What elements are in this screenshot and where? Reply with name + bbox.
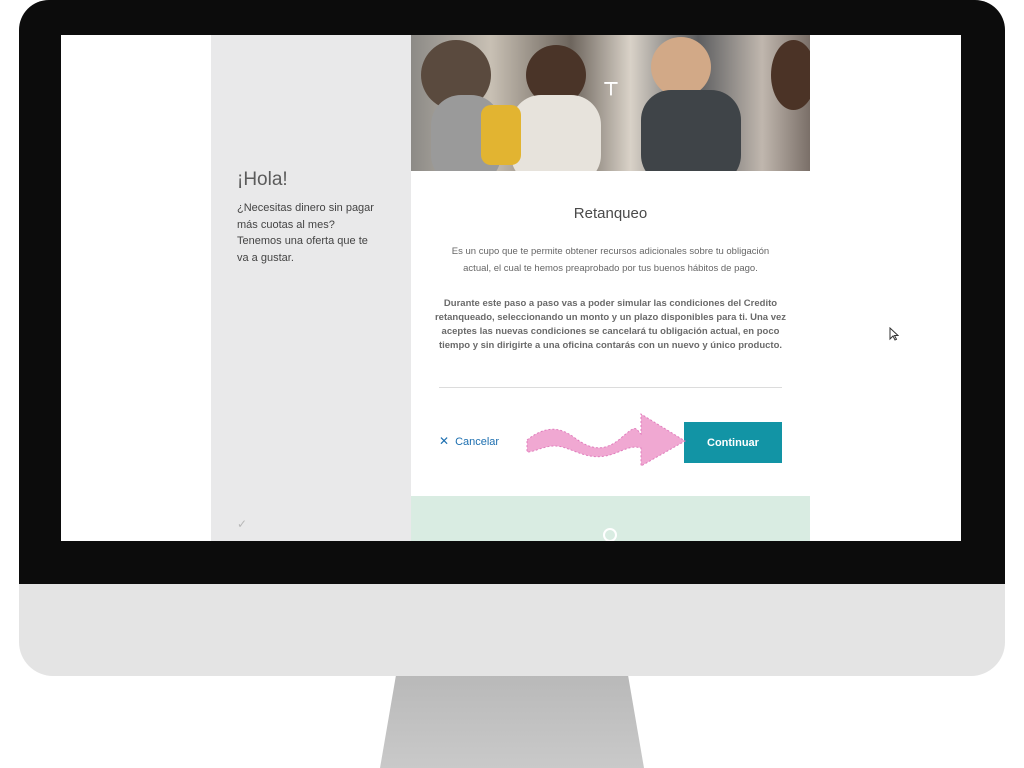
check-icon: ✓ (237, 517, 248, 531)
left-panel: ¡Hola! ¿Necesitas dinero sin pagar más c… (211, 35, 411, 541)
bank-logo-icon: ⊤ (603, 79, 619, 99)
monitor-stand (380, 676, 644, 768)
mouse-pointer-icon (889, 327, 899, 341)
card-description: Es un cupo que te permite obtener recurs… (451, 246, 770, 274)
continue-button[interactable]: Continuar (684, 422, 782, 463)
screen: ¡Hola! ¿Necesitas dinero sin pagar más c… (61, 35, 961, 541)
cancel-button[interactable]: ✕ Cancelar (439, 434, 499, 448)
greeting-message: ¿Necesitas dinero sin pagar más cuotas a… (237, 202, 374, 264)
clock-icon (603, 528, 617, 541)
divider (439, 387, 782, 388)
card-title: Retanqueo (573, 205, 648, 222)
annotation-arrow-icon (526, 413, 686, 467)
cancel-label: Cancelar (455, 436, 500, 448)
close-icon: ✕ (439, 434, 450, 448)
info-strip (411, 496, 810, 541)
monitor-chin (19, 584, 1005, 676)
card-instructions: Durante este paso a paso vas a poder sim… (434, 298, 787, 351)
right-area (810, 35, 961, 541)
hero-image: ⊤ (411, 35, 810, 171)
greeting-title: ¡Hola! (237, 169, 288, 190)
